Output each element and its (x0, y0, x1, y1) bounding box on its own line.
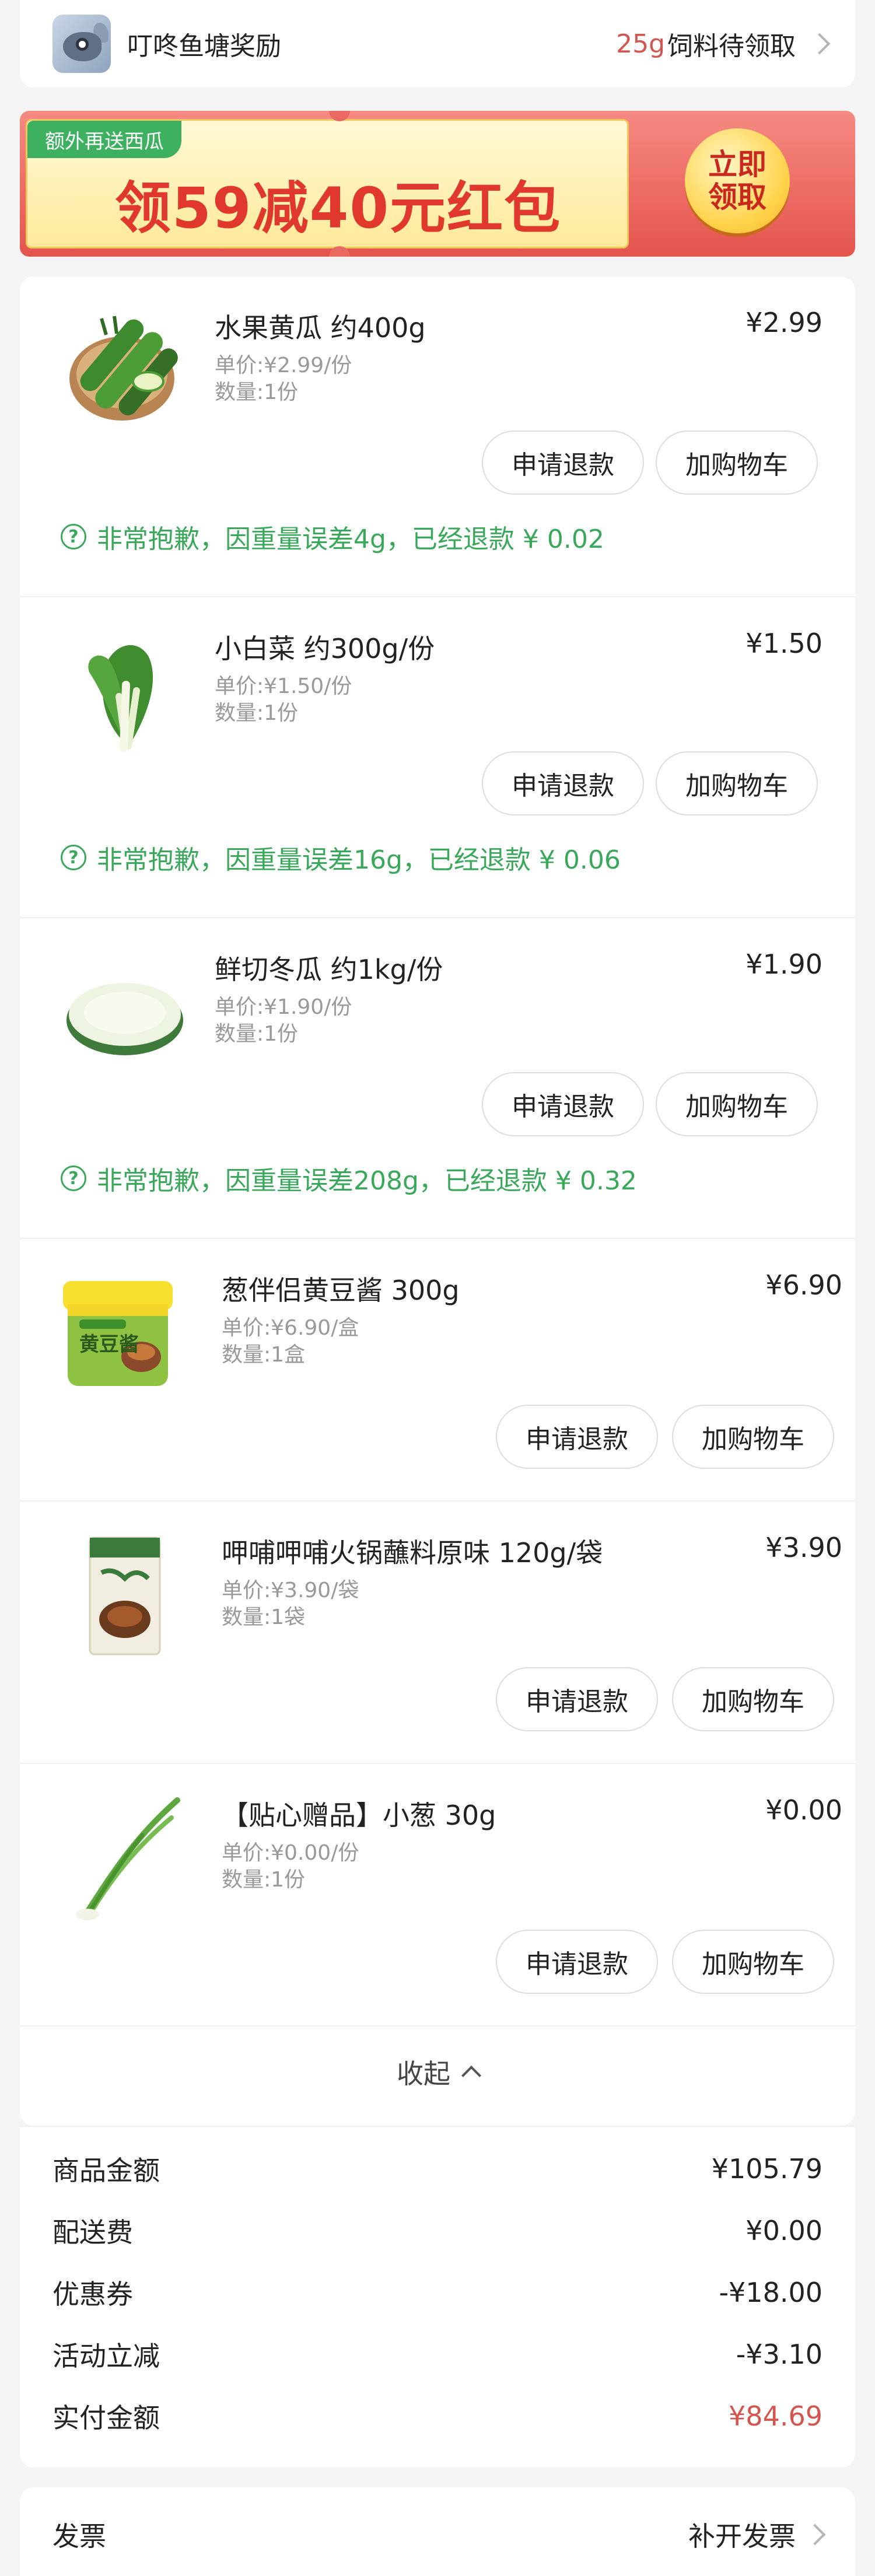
delivery-fee-value: ¥0.00 (746, 2215, 822, 2246)
goods-amount-value: ¥105.79 (711, 2153, 822, 2185)
request-refund-button[interactable]: 申请退款 (496, 1405, 658, 1469)
request-refund-button[interactable]: 申请退款 (496, 1930, 658, 1994)
reward-pending-text: 饲料待领取 (667, 32, 796, 61)
product-quantity: 数量:1份 (215, 380, 299, 404)
coupon-value: -¥18.00 (719, 2277, 822, 2308)
list-item: 小白菜 约300g/份 ¥1.50 单价:¥1.50/份 数量:1份 申请退款 … (20, 597, 855, 917)
order-items-card: 水果黄瓜 约400g ¥2.99 单价:¥2.99/份 数量:1份 申请退款 加… (20, 276, 855, 2126)
coupon-row: 优惠券 -¥18.00 (52, 2275, 822, 2310)
request-refund-button[interactable]: 申请退款 (496, 1667, 658, 1731)
request-refund-button[interactable]: 申请退款 (482, 751, 644, 816)
product-price: ¥3.90 (765, 1532, 842, 1563)
invoice-card[interactable]: 发票 补开发票 (20, 2487, 855, 2576)
product-name: 葱伴侣黄豆酱 300g (222, 1275, 460, 1306)
product-price: ¥1.50 (746, 628, 822, 659)
add-to-cart-button[interactable]: 加购物车 (672, 1667, 834, 1731)
fish-avatar-icon (52, 15, 111, 73)
price-summary-card: 商品金额 ¥105.79 配送费 ¥0.00 优惠券 -¥18.00 活动立减 … (20, 2126, 855, 2468)
paid-amount-label: 实付金额 (52, 2402, 160, 2434)
refund-notice-text: 非常抱歉，因重量误差16g，已经退款 ¥ 0.06 (97, 845, 621, 875)
refund-notice: ? 非常抱歉，因重量误差16g，已经退款 ¥ 0.06 (61, 839, 621, 876)
product-price: ¥0.00 (765, 1794, 842, 1826)
cucumber-icon (69, 316, 178, 421)
request-refund-button[interactable]: 申请退款 (482, 1072, 644, 1136)
scallion-icon (76, 1797, 180, 1920)
hotpot-sauce-icon (89, 1536, 161, 1656)
fish-pond-reward-bar[interactable]: 叮咚鱼塘奖励 25g 饲料待领取 (20, 0, 855, 88)
collapse-label: 收起 (397, 2058, 450, 2090)
product-price: ¥6.90 (765, 1269, 842, 1301)
claim-now-button[interactable]: 立即领取 (685, 128, 790, 233)
list-item: 呷哺呷哺火锅蘸料原味 120g/袋 ¥3.90 单价:¥3.90/袋 数量:1袋… (20, 1502, 855, 1763)
refund-notice-text: 非常抱歉，因重量误差208g，已经退款 ¥ 0.32 (97, 1166, 637, 1196)
delivery-fee-row: 配送费 ¥0.00 (52, 2213, 822, 2248)
paid-amount-row: 实付金额 ¥84.69 (52, 2399, 822, 2434)
delivery-fee-label: 配送费 (52, 2217, 133, 2248)
chevron-up-icon (461, 2066, 481, 2085)
goods-amount-row: 商品金额 ¥105.79 (52, 2151, 822, 2186)
add-to-cart-button[interactable]: 加购物车 (656, 430, 818, 495)
product-quantity: 数量:1盒 (222, 1343, 306, 1367)
add-to-cart-button[interactable]: 加购物车 (656, 751, 818, 816)
refund-notice: ? 非常抱歉，因重量误差4g，已经退款 ¥ 0.02 (61, 518, 604, 555)
watermelon-tag: 额外再送西瓜 (27, 121, 181, 158)
banner-coupon-panel: 额外再送西瓜 领59减40元红包 (26, 119, 629, 249)
product-unit-price: 单价:¥0.00/份 (222, 1841, 359, 1865)
promo-discount-value: -¥3.10 (736, 2339, 822, 2370)
list-item: 黄豆酱 葱伴侣黄豆酱 300g ¥6.90 单价:¥6.90/盒 数量:1盒 申… (20, 1239, 855, 1500)
svg-text:黄豆酱: 黄豆酱 (79, 1333, 139, 1356)
product-unit-price: 单价:¥6.90/盒 (222, 1316, 359, 1340)
product-name: 小白菜 约300g/份 (215, 633, 435, 664)
add-to-cart-button[interactable]: 加购物车 (656, 1072, 818, 1136)
product-quantity: 数量:1份 (215, 701, 299, 725)
refund-notice: ? 非常抱歉，因重量误差208g，已经退款 ¥ 0.32 (61, 1160, 637, 1197)
question-circle-icon: ? (61, 524, 86, 550)
product-name: 呷哺呷哺火锅蘸料原味 120g/袋 (222, 1537, 603, 1569)
promo-discount-row: 活动立减 -¥3.10 (52, 2337, 822, 2372)
promo-discount-label: 活动立减 (52, 2340, 160, 2372)
question-circle-icon: ? (61, 1166, 86, 1191)
goods-amount-label: 商品金额 (52, 2155, 160, 2186)
collapse-button[interactable]: 收起 (20, 2027, 855, 2118)
reward-feed-count: 25g (616, 29, 665, 59)
question-circle-icon: ? (61, 845, 86, 870)
soybean-paste-icon: 黄豆酱 (63, 1281, 173, 1386)
product-price: ¥1.90 (746, 949, 822, 980)
banner-headline: 领59减40元红包 (115, 176, 562, 241)
add-to-cart-button[interactable]: 加购物车 (672, 1930, 834, 1994)
add-to-cart-button[interactable]: 加购物车 (672, 1405, 834, 1469)
product-quantity: 数量:1份 (215, 1022, 299, 1046)
winter-melon-icon (66, 983, 183, 1055)
refund-notice-text: 非常抱歉，因重量误差4g，已经退款 ¥ 0.02 (97, 524, 604, 554)
list-item: 水果黄瓜 约400g ¥2.99 单价:¥2.99/份 数量:1份 申请退款 加… (20, 276, 855, 596)
invoice-row[interactable]: 发票 补开发票 (52, 2515, 826, 2554)
red-packet-banner[interactable]: 额外再送西瓜 领59减40元红包 立即领取 (20, 111, 855, 257)
paid-amount-value: ¥84.69 (729, 2400, 822, 2432)
invoice-label: 发票 (52, 2521, 106, 2552)
product-unit-price: 单价:¥1.50/份 (215, 674, 352, 698)
request-refund-button[interactable]: 申请退款 (482, 430, 644, 495)
coupon-label: 优惠券 (52, 2278, 133, 2310)
product-price: ¥2.99 (746, 307, 822, 338)
product-unit-price: 单价:¥3.90/袋 (222, 1578, 359, 1602)
reward-title: 叮咚鱼塘奖励 (127, 32, 281, 61)
product-unit-price: 单价:¥2.99/份 (215, 354, 352, 377)
product-unit-price: 单价:¥1.90/份 (215, 995, 352, 1019)
product-name: 鲜切冬瓜 约1kg/份 (215, 954, 443, 985)
reissue-invoice-link[interactable]: 补开发票 (688, 2515, 796, 2554)
product-name: 【贴心赠品】小葱 30g (222, 1800, 496, 1831)
chevron-right-icon (808, 33, 831, 55)
list-item: 【贴心赠品】小葱 30g ¥0.00 单价:¥0.00/份 数量:1份 申请退款… (20, 1764, 855, 2025)
product-name: 水果黄瓜 约400g (215, 312, 426, 344)
product-quantity: 数量:1份 (222, 1868, 306, 1892)
product-quantity: 数量:1袋 (222, 1605, 306, 1629)
bok-choy-icon (88, 645, 153, 752)
list-item: 鲜切冬瓜 约1kg/份 ¥1.90 单价:¥1.90/份 数量:1份 申请退款 … (20, 918, 855, 1238)
chevron-right-icon (804, 2524, 826, 2546)
